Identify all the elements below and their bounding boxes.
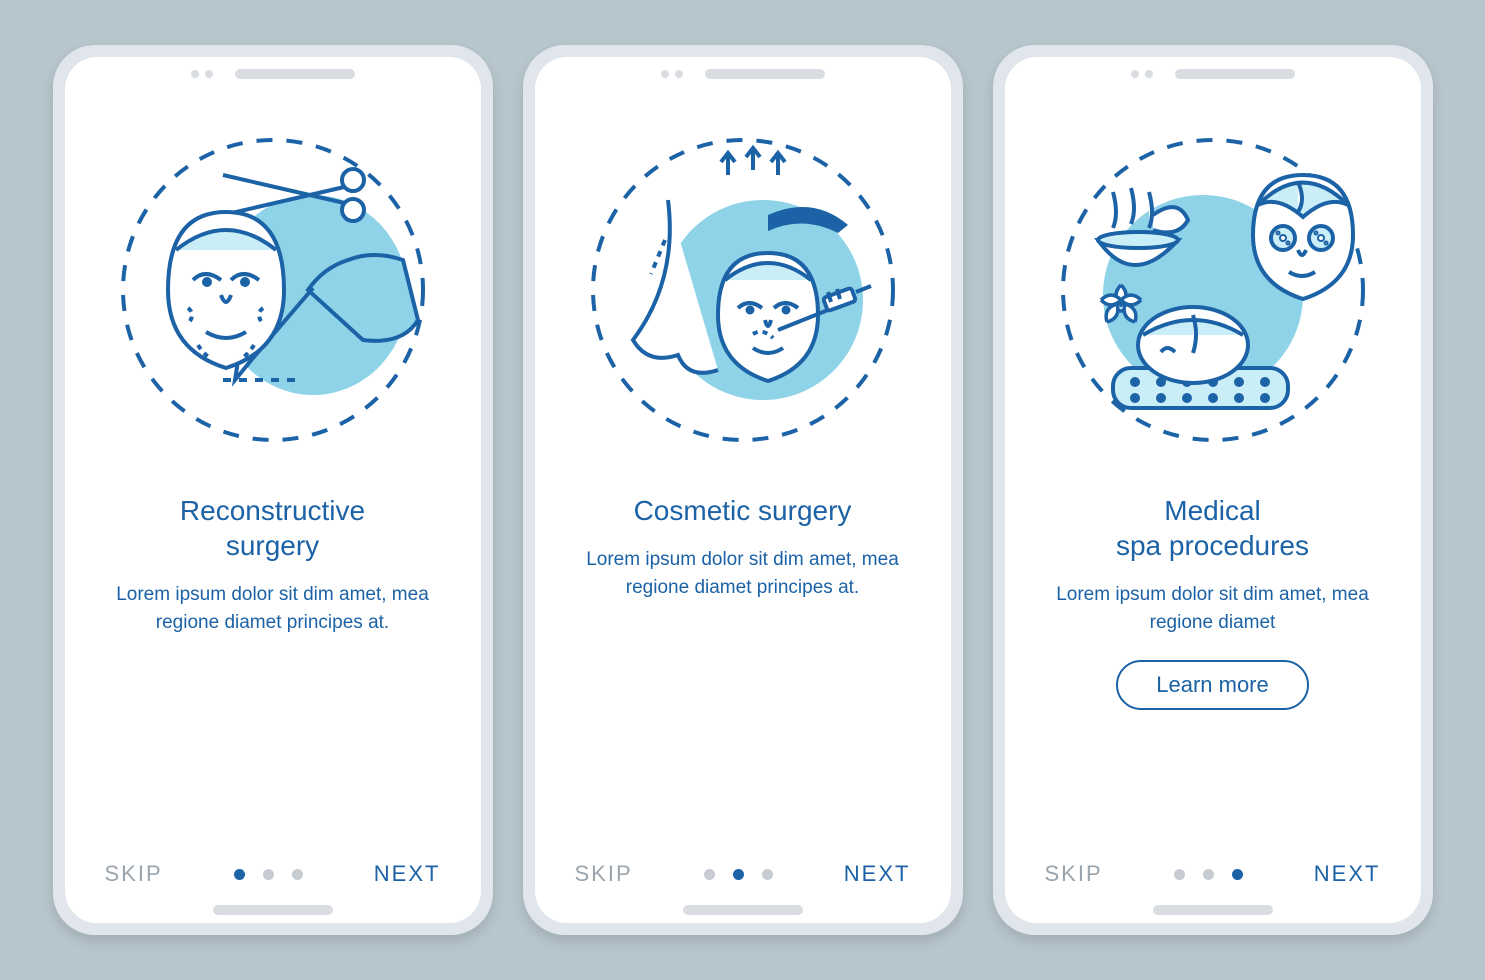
page-title: Reconstructive surgery — [180, 493, 365, 563]
reconstructive-surgery-icon — [65, 85, 481, 485]
page-indicator — [234, 869, 303, 880]
footer-nav: SKIP NEXT — [65, 861, 481, 905]
status-bar — [535, 57, 951, 85]
page-indicator — [1174, 869, 1243, 880]
dot-2[interactable] — [1203, 869, 1214, 880]
dot-2[interactable] — [733, 869, 744, 880]
skip-button[interactable]: SKIP — [575, 861, 633, 887]
medical-spa-icon — [1005, 85, 1421, 485]
next-button[interactable]: NEXT — [374, 861, 441, 887]
dot-3[interactable] — [1232, 869, 1243, 880]
status-bar — [1005, 57, 1421, 85]
screen-3: Medical spa procedures Lorem ipsum dolor… — [1005, 57, 1421, 923]
dot-2[interactable] — [263, 869, 274, 880]
page-description: Lorem ipsum dolor sit dim amet, mea regi… — [583, 546, 903, 601]
page-description: Lorem ipsum dolor sit dim amet, mea regi… — [113, 581, 433, 636]
page-indicator — [704, 869, 773, 880]
footer-nav: SKIP NEXT — [1005, 861, 1421, 905]
dot-1[interactable] — [1174, 869, 1185, 880]
page-title: Cosmetic surgery — [634, 493, 852, 528]
content-area: Reconstructive surgery Lorem ipsum dolor… — [65, 485, 481, 861]
skip-button[interactable]: SKIP — [105, 861, 163, 887]
footer-nav: SKIP NEXT — [535, 861, 951, 905]
status-bar — [65, 57, 481, 85]
phone-frame-2: Cosmetic surgery Lorem ipsum dolor sit d… — [523, 45, 963, 935]
page-title: Medical spa procedures — [1116, 493, 1309, 563]
phone-frame-3: Medical spa procedures Lorem ipsum dolor… — [993, 45, 1433, 935]
home-indicator — [213, 905, 333, 915]
next-button[interactable]: NEXT — [1314, 861, 1381, 887]
screen-2: Cosmetic surgery Lorem ipsum dolor sit d… — [535, 57, 951, 923]
dot-3[interactable] — [762, 869, 773, 880]
home-indicator — [1153, 905, 1273, 915]
next-button[interactable]: NEXT — [844, 861, 911, 887]
content-area: Cosmetic surgery Lorem ipsum dolor sit d… — [535, 485, 951, 861]
screen-1: Reconstructive surgery Lorem ipsum dolor… — [65, 57, 481, 923]
learn-more-button[interactable]: Learn more — [1116, 660, 1309, 710]
dot-3[interactable] — [292, 869, 303, 880]
skip-button[interactable]: SKIP — [1045, 861, 1103, 887]
phone-frame-1: Reconstructive surgery Lorem ipsum dolor… — [53, 45, 493, 935]
page-description: Lorem ipsum dolor sit dim amet, mea regi… — [1053, 581, 1373, 636]
content-area: Medical spa procedures Lorem ipsum dolor… — [1005, 485, 1421, 861]
dot-1[interactable] — [234, 869, 245, 880]
cosmetic-surgery-icon — [535, 85, 951, 485]
dot-1[interactable] — [704, 869, 715, 880]
home-indicator — [683, 905, 803, 915]
